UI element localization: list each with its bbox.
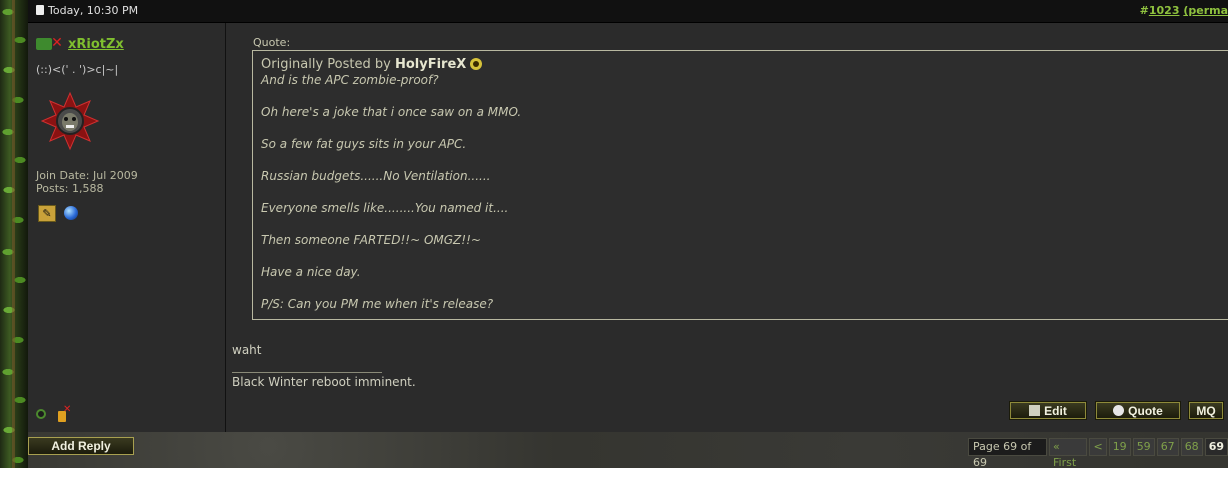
join-date: Join Date: Jul 2009 (36, 169, 138, 182)
page-link[interactable]: 67 (1156, 438, 1179, 456)
multi-quote-label: MQ (1196, 403, 1216, 418)
post-icon (36, 5, 44, 15)
quote-icon (1113, 405, 1125, 416)
quote-line (261, 152, 1228, 168)
post-count: Posts: 1,588 (36, 182, 104, 195)
quote-line (261, 248, 1228, 264)
quote-line: So a few fat guys sits in your APC. (261, 137, 467, 151)
quote-line (261, 120, 1228, 136)
username-row: ✕ xRiotZx (36, 36, 124, 52)
quote-line: Have a nice day. (261, 265, 361, 279)
quote-box: Originally Posted by HolyFireX And is th… (252, 50, 1228, 320)
page-count-label: Page 69 of 69 (968, 438, 1048, 469)
post-number-link[interactable]: 1023 (1149, 4, 1180, 17)
usergroup-icon: ✕ (36, 36, 64, 52)
post-number-prefix: # (1139, 4, 1149, 17)
post-date: Today, 10:30 PM (36, 4, 138, 17)
post-number: #1023 (perma (1140, 4, 1228, 17)
quote-origin: Originally Posted by HolyFireX (261, 57, 1228, 72)
online-status-icon (36, 409, 46, 419)
quote-line: Everyone smells like........You named it… (261, 201, 509, 215)
quote-label: Quote: (253, 36, 291, 49)
username-link[interactable]: xRiotZx (68, 37, 124, 52)
quote-line: Russian budgets......No Ventilation.....… (261, 169, 491, 183)
thread-footer: Add Reply Page 69 of 69 « First < 19 59 … (28, 432, 1228, 469)
edit-button-label: Edit (1044, 403, 1067, 418)
avatar[interactable] (40, 91, 100, 151)
add-reply-button[interactable]: Add Reply (28, 437, 134, 455)
permalink-link[interactable]: (perma (1183, 4, 1228, 17)
user-title: (::)<(' . ')>c|~| (36, 63, 119, 76)
quote-line (261, 280, 1228, 296)
quote-line: Then someone FARTED!!~ OMGZ!!~ (261, 233, 481, 247)
signature: Black Winter reboot imminent. (232, 375, 416, 389)
post-header: Today, 10:30 PM #1023 (perma (28, 0, 1228, 23)
post-message: Quote: Originally Posted by HolyFireX An… (226, 23, 1228, 432)
current-page: 69 (1204, 438, 1228, 456)
quote-line: And is the APC zombie-proof? (261, 73, 439, 87)
first-page-link[interactable]: « First (1049, 438, 1088, 469)
join-info: Join Date: Jul 2009 Posts: 1,588 (36, 169, 138, 195)
signature-divider (232, 372, 382, 373)
reputation-icon[interactable]: ✕ (56, 404, 71, 422)
quote-line: Oh here's a joke that i once saw on a MM… (261, 105, 522, 119)
edit-icon (1029, 405, 1041, 416)
orb-badge-icon[interactable] (64, 206, 78, 220)
forum-post: Today, 10:30 PM #1023 (perma ✕ xRiotZx (… (28, 0, 1228, 432)
quote-line: P/S: Can you PM me when it's release? (261, 297, 494, 311)
user-badges: ✎ (38, 205, 78, 222)
quote-line (261, 216, 1228, 232)
page-link[interactable]: 19 (1108, 438, 1131, 456)
quote-author: HolyFireX (394, 57, 467, 72)
award-badge-icon[interactable]: ✎ (38, 205, 56, 222)
view-post-icon[interactable] (470, 58, 483, 70)
message-text: waht (232, 343, 262, 357)
page-link[interactable]: 68 (1180, 438, 1203, 456)
quote-line (261, 184, 1228, 200)
multi-quote-button[interactable]: MQ (1188, 401, 1224, 420)
pagination: Page 69 of 69 « First < 19 59 67 68 69 (968, 438, 1228, 469)
post-date-text: Today, 10:30 PM (48, 4, 139, 17)
edit-button[interactable]: Edit (1009, 401, 1087, 420)
quote-button[interactable]: Quote (1095, 401, 1181, 420)
quote-line (261, 88, 1228, 104)
page-link[interactable]: 59 (1132, 438, 1155, 456)
decorative-vine-border (0, 0, 28, 468)
quote-origin-prefix: Originally Posted by (261, 57, 391, 72)
prev-page-link[interactable]: < (1089, 438, 1107, 456)
user-status-row: ✕ (36, 404, 71, 422)
quote-button-label: Quote (1128, 403, 1163, 418)
user-info-panel: ✕ xRiotZx (::)<(' . ')>c|~| Join Date: J… (28, 23, 226, 432)
